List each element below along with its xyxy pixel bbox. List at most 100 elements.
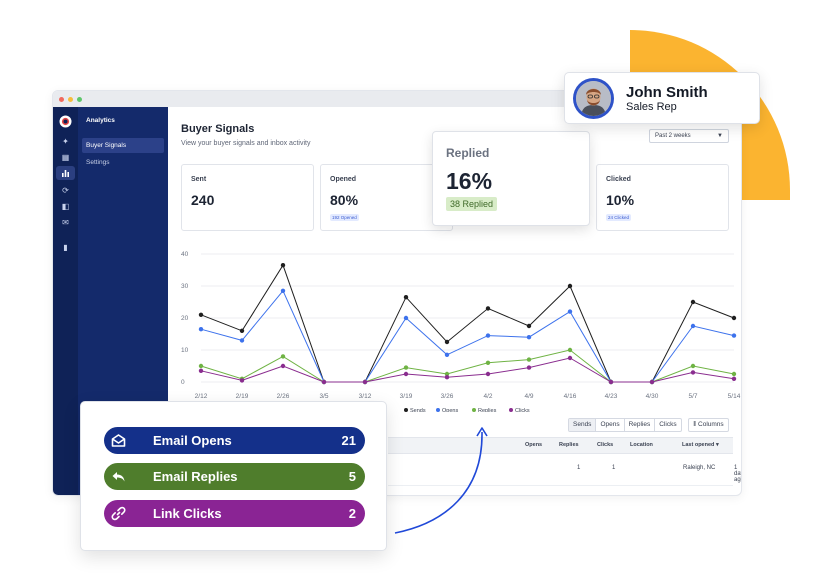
data-point: [690, 363, 696, 369]
legend-marker: [472, 408, 476, 412]
data-point: [731, 371, 737, 377]
data-point: [198, 368, 204, 373]
mail-icon[interactable]: ✉: [61, 218, 70, 227]
data-point: [198, 363, 204, 369]
cell-last-opened: 1 day ago: [734, 465, 741, 483]
avatar: [573, 78, 614, 119]
date-range-select[interactable]: Past 2 weeks ▼: [649, 129, 729, 143]
caret-down-icon: ▼: [717, 133, 723, 139]
data-point: [198, 312, 204, 317]
data-point: [239, 328, 245, 333]
summary-pill-email-replies[interactable]: Email Replies 5: [104, 463, 365, 490]
series-toggle-group: Sends Opens Replies Clicks: [568, 418, 682, 432]
th-last-opened-label: Last opened: [682, 442, 715, 448]
y-tick-label: 40: [181, 251, 189, 258]
book-icon[interactable]: ▮: [61, 243, 70, 252]
profile-name: John Smith: [626, 84, 708, 101]
summary-label: Link Clicks: [153, 506, 222, 521]
sidenav-item-buyer-signals[interactable]: Buyer Signals: [82, 138, 164, 153]
legend-label: Opens: [442, 408, 458, 412]
page-subtitle: View your buyer signals and inbox activi…: [181, 140, 311, 147]
toggle-sends[interactable]: Sends: [569, 419, 597, 431]
inbox-icon[interactable]: ◧: [61, 202, 70, 211]
x-tick-label: 3/5: [319, 393, 328, 400]
data-point: [690, 323, 696, 329]
data-point: [485, 371, 491, 377]
data-point: [403, 295, 409, 300]
sync-icon[interactable]: ⟳: [61, 186, 70, 195]
sort-desc-icon: ▾: [715, 442, 719, 448]
activity-line-chart: 0 10 20 30 40 2/12 2/19 2/26 3/5 3/12 3/19 3/26 4/2 4…: [181, 251, 741, 412]
x-tick-label: 5/7: [688, 393, 697, 400]
data-point: [567, 309, 573, 314]
sidenav-item-settings[interactable]: Settings: [82, 155, 164, 170]
logo-icon: [59, 115, 72, 128]
data-point: [731, 376, 737, 381]
toggle-opens[interactable]: Opens: [596, 419, 625, 431]
th-last-opened[interactable]: Last opened ▾: [682, 438, 719, 453]
toggle-clicks[interactable]: Clicks: [655, 419, 680, 431]
stat-value: 240: [191, 192, 215, 208]
data-point: [280, 363, 286, 369]
data-point: [403, 371, 409, 377]
th-location[interactable]: Location: [630, 438, 653, 453]
close-dot[interactable]: [59, 96, 64, 102]
columns-label: Columns: [698, 421, 724, 428]
data-point: [280, 263, 286, 268]
stat-badge: 192 Opened: [330, 214, 359, 221]
date-range-value: Past 2 weeks: [655, 133, 691, 139]
data-point: [690, 299, 696, 305]
person-portrait-icon: [576, 81, 611, 116]
x-tick-label: 4/2: [483, 393, 492, 400]
summary-value: 21: [341, 433, 356, 448]
th-opens[interactable]: Opens: [525, 438, 542, 453]
data-point: [444, 375, 450, 380]
y-tick-label: 10: [181, 347, 189, 354]
stat-card-clicked: Clicked 10% 24 Clicked: [596, 164, 729, 231]
data-point: [485, 360, 491, 365]
stat-badge: 24 Clicked: [606, 214, 632, 221]
th-clicks[interactable]: Clicks: [597, 438, 613, 453]
summary-pill-link-clicks[interactable]: Link Clicks 2: [104, 500, 365, 527]
calendar-icon[interactable]: ▦: [61, 153, 70, 162]
analytics-icon[interactable]: [61, 169, 70, 178]
minimize-dot[interactable]: [68, 96, 73, 102]
x-tick-label: 5/14: [728, 393, 741, 400]
series-line: [200, 264, 735, 383]
icon-rail: ✦ ▦ ⟳ ◧ ✉ ▮: [53, 107, 78, 495]
data-point: [485, 333, 491, 338]
x-tick-label: 3/19: [400, 393, 413, 400]
cell-location: Raleigh, NC: [683, 465, 716, 471]
envelope-open-icon: [111, 434, 126, 447]
data-point: [485, 306, 491, 311]
legend-marker: [436, 408, 440, 412]
summary-pill-email-opens[interactable]: Email Opens 21: [104, 427, 365, 454]
data-point: [526, 335, 532, 340]
data-point: [403, 315, 409, 321]
maximize-dot[interactable]: [77, 96, 82, 102]
curved-arrow: [394, 427, 488, 534]
summary-label: Email Opens: [153, 433, 232, 448]
x-tick-label: 3/12: [359, 393, 372, 400]
y-tick-label: 0: [181, 379, 185, 386]
data-point: [198, 327, 204, 332]
stat-card-replied-callout: Replied 16% 38 Replied: [432, 131, 590, 226]
x-tick-label: 2/12: [195, 393, 208, 400]
th-replies[interactable]: Replies: [559, 438, 579, 453]
summary-label: Email Replies: [153, 469, 238, 484]
stat-card-sent: Sent 240: [181, 164, 314, 231]
reply-icon: [112, 472, 125, 482]
stat-value: 10%: [606, 192, 635, 208]
sparkle-icon[interactable]: ✦: [61, 137, 70, 146]
data-point: [280, 354, 286, 359]
legend-label: Sends: [410, 408, 426, 412]
stat-label: Replied: [446, 146, 490, 160]
x-tick-label: 2/19: [236, 393, 249, 400]
cell-opens: 1: [577, 465, 581, 471]
columns-button[interactable]: ⦀ Columns: [688, 418, 729, 432]
data-point: [690, 370, 696, 375]
data-point: [526, 323, 532, 329]
data-point: [526, 365, 532, 370]
toggle-replies[interactable]: Replies: [625, 419, 656, 431]
data-point: [362, 379, 368, 385]
